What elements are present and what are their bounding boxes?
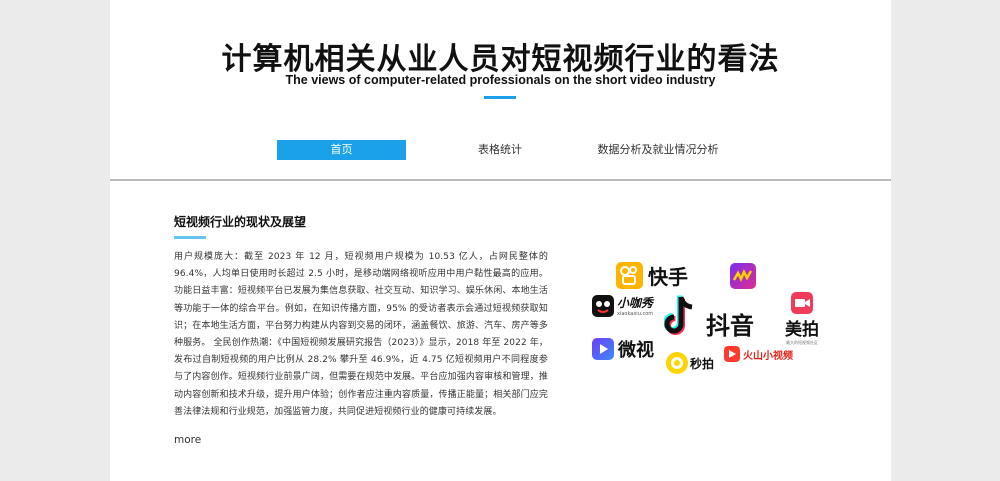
nav-data-analysis[interactable]: 数据分析及就业情况分析 [588,140,728,160]
purple-app-logo [730,263,756,289]
douyin-logo [663,294,700,338]
xiaokaxiu-icon [592,294,614,317]
weishi-label: 微视 [618,340,654,361]
more-link[interactable]: more [174,434,201,446]
kuaishou-logo: 快手 [616,261,688,290]
page-subtitle: The views of computer-related profession… [285,73,716,87]
page-title: 计算机相关从业人员对短视频行业的看法 [221,42,780,77]
wave-icon [730,263,756,289]
header: 计算机相关从业人员对短视频行业的看法 The views of computer… [110,0,891,180]
section-body: 用户规模庞大：截至 2023 年 12 月，短视频用户规模为 10.53 亿人，… [174,252,548,417]
weishi-logo: 微视 [592,336,654,362]
douyin-label: 抖音 [706,312,754,340]
app-logos-image: 快手 小咖秀 xiaokaxiu.com 抖音 美拍 最大的短视频社区 微视 秒… [588,258,828,386]
meipai-icon [791,292,813,314]
huoshan-icon [724,346,740,362]
section-title: 短视频行业的现状及展望 [174,215,307,229]
meipai-label: 美拍 [785,320,819,340]
douyin-icon [663,294,700,338]
meipai-logo: 美拍 最大的短视频社区 [785,292,819,346]
xiaokaxiu-logo: 小咖秀 xiaokaxiu.com [592,294,653,317]
xiaokaxiu-url: xiaokaxiu.com [617,311,654,317]
huoshan-label: 火山小视频 [743,350,793,362]
xiaokaxiu-label: 小咖秀 [617,296,654,310]
kuaishou-label: 快手 [648,265,688,289]
kuaishou-icon [616,262,643,289]
nav-home[interactable]: 首页 [277,140,406,160]
nav-table-stats[interactable]: 表格统计 [448,140,552,160]
section-underline [174,236,206,239]
header-divider [110,179,891,181]
douyin-text-logo: 抖音 [706,306,754,341]
title-underline [484,96,516,99]
miaopai-icon [666,352,688,374]
page-container: 计算机相关从业人员对短视频行业的看法 The views of computer… [110,0,891,481]
miaopai-label: 秒拍 [690,356,715,371]
huoshan-logo: 火山小视频 [724,346,793,362]
weishi-icon [592,338,614,360]
nav-bar: 首页 表格统计 数据分析及就业情况分析 [110,140,891,162]
miaopai-logo: 秒拍 [666,352,714,374]
